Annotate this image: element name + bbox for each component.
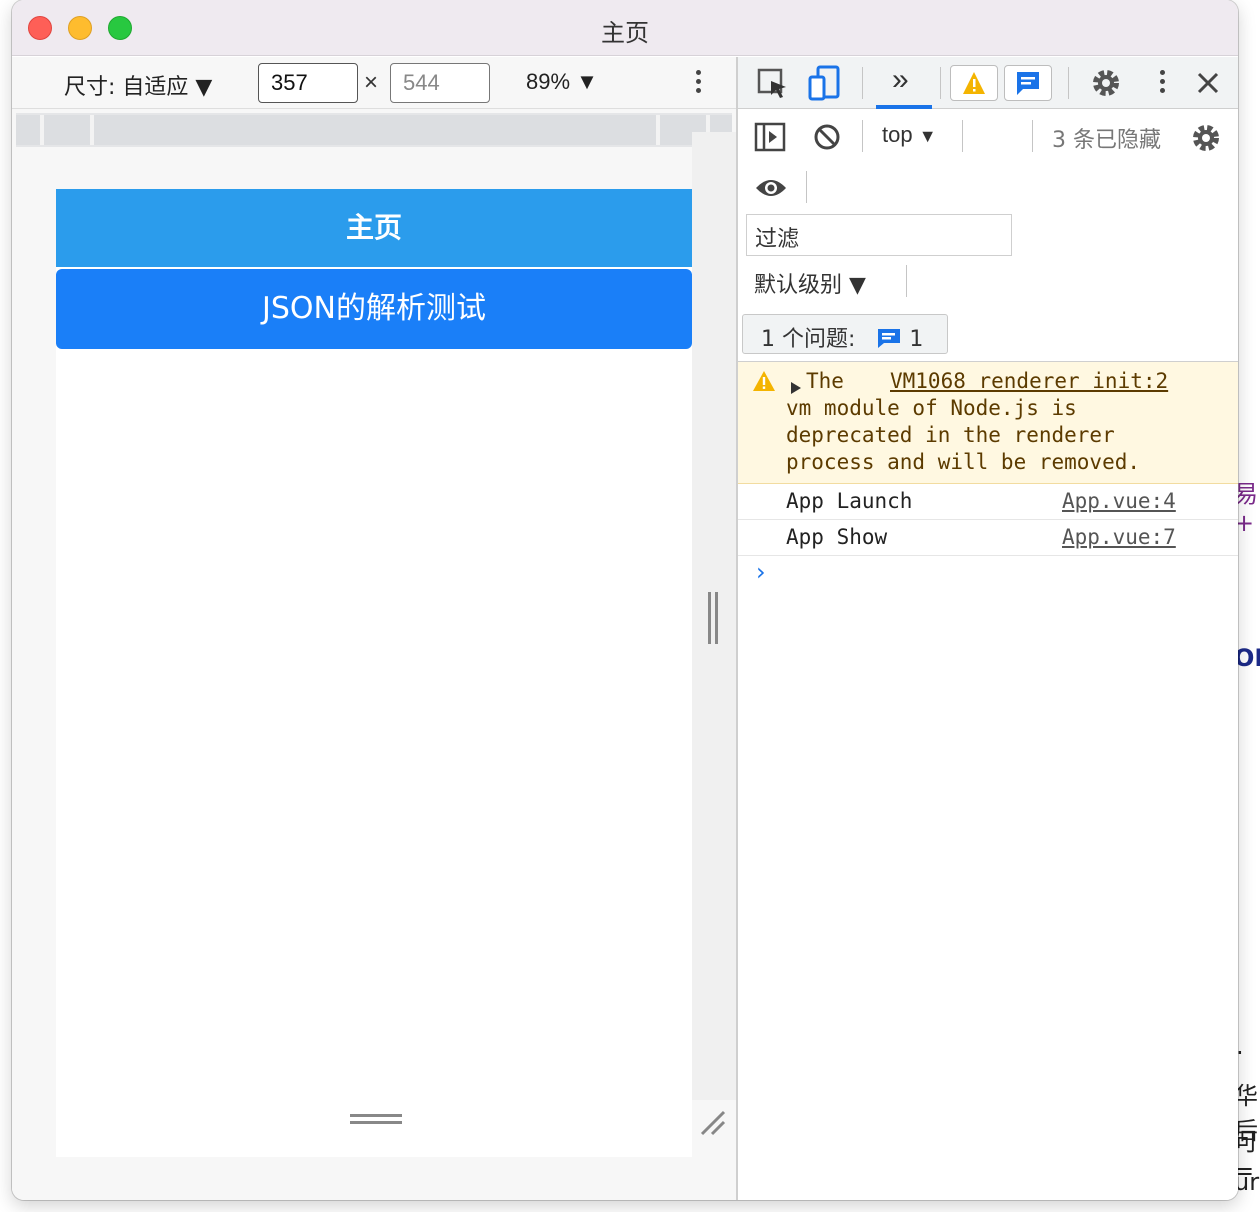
ruler-segment[interactable] xyxy=(94,115,660,145)
devtools-menu-icon[interactable] xyxy=(1156,67,1168,99)
console-log-row: App Show App.vue:7 xyxy=(738,520,1238,556)
messages-badge[interactable] xyxy=(1004,65,1052,101)
context-selector[interactable]: top ▼ xyxy=(882,122,937,148)
media-query-ruler[interactable] xyxy=(16,113,732,147)
console-prompt[interactable]: › xyxy=(756,558,766,586)
inspect-element-icon[interactable] xyxy=(756,67,790,106)
more-options-icon[interactable] xyxy=(692,67,704,99)
warning-text-line: process and will be removed. xyxy=(786,450,1141,474)
toolbar-separator xyxy=(806,171,807,203)
warning-triangle-icon xyxy=(752,370,776,397)
device-toolbar: 尺寸: 自适应 ▼ 357 × 544 89% ▼ xyxy=(12,57,736,109)
log-level-dropdown[interactable]: 默认级别 ▼ xyxy=(754,267,866,299)
dimensions-dropdown[interactable]: 尺寸: 自适应 ▼ xyxy=(64,69,212,101)
chevron-down-icon: ▼ xyxy=(918,126,937,146)
close-devtools-icon[interactable] xyxy=(1194,69,1222,102)
log-message: App Show xyxy=(786,525,888,549)
message-icon xyxy=(878,329,901,348)
warning-text-line: The xyxy=(806,369,844,393)
issues-count: 1 xyxy=(909,327,924,352)
console-toolbar: top ▼ 3 条已隐藏 xyxy=(738,110,1238,164)
warnings-badge[interactable] xyxy=(950,65,998,101)
resize-handle-bottom[interactable] xyxy=(350,1112,402,1126)
toolbar-separator xyxy=(1068,67,1069,99)
hidden-messages-count: 3 条已隐藏 xyxy=(1052,128,1161,153)
devtools-pane: » top ▼ 3 条已隐藏 过滤 默认级别 ▼ 1 个问题: 1 The VM… xyxy=(738,57,1238,1200)
ruler-segment[interactable] xyxy=(16,115,44,145)
times-symbol: × xyxy=(364,69,379,96)
log-source-link[interactable]: App.vue:7 xyxy=(1062,525,1176,549)
more-tabs-icon[interactable]: » xyxy=(892,63,909,97)
ruler-segment[interactable] xyxy=(44,115,94,145)
toolbar-separator xyxy=(906,265,907,297)
warning-text-line: deprecated in the renderer xyxy=(786,423,1115,447)
toolbar-separator xyxy=(1032,120,1033,152)
issues-label: 1 个问题: xyxy=(761,327,856,352)
log-message: App Launch xyxy=(786,489,913,513)
device-viewport: 主页 JSON的解析测试 xyxy=(56,189,692,1157)
toolbar-separator xyxy=(862,120,863,152)
live-expression-eye-icon[interactable] xyxy=(754,175,788,206)
json-parse-test-button[interactable]: JSON的解析测试 xyxy=(56,269,692,349)
active-tab-indicator xyxy=(876,105,932,109)
clear-console-icon[interactable] xyxy=(812,122,842,157)
app-window: 主页 尺寸: 自适应 ▼ 357 × 544 89% ▼ 主页 JSON的解析测… xyxy=(12,0,1238,1200)
console-settings-gear-icon[interactable] xyxy=(1190,122,1222,159)
window-title: 主页 xyxy=(601,19,649,47)
toolbar-separator xyxy=(940,67,941,99)
width-input[interactable]: 357 xyxy=(258,63,358,103)
device-toggle-icon[interactable] xyxy=(808,65,842,106)
warning-text-line: vm module of Node.js is xyxy=(786,396,1077,420)
zoom-dropdown[interactable]: 89% ▼ xyxy=(526,69,598,95)
title-bar: 主页 xyxy=(12,0,1238,56)
filter-input[interactable]: 过滤 xyxy=(746,214,1012,256)
page-nav-bar: 主页 xyxy=(56,189,692,267)
console-warning-message: The VM1068 renderer init:2 vm module of … xyxy=(738,362,1238,484)
devtools-toolbar: » xyxy=(738,57,1238,109)
log-source-link[interactable]: App.vue:4 xyxy=(1062,489,1176,513)
height-input[interactable]: 544 xyxy=(390,63,490,103)
console-log-row: App Launch App.vue:4 xyxy=(738,484,1238,520)
resize-handle-right[interactable] xyxy=(706,592,720,644)
console-messages: The VM1068 renderer init:2 vm module of … xyxy=(738,361,1238,1200)
toolbar-separator xyxy=(962,120,963,152)
device-emulation-pane: 尺寸: 自适应 ▼ 357 × 544 89% ▼ 主页 JSON的解析测试 xyxy=(12,57,736,1200)
sidebar-toggle-icon[interactable] xyxy=(754,122,786,157)
toolbar-separator xyxy=(862,67,863,99)
context-label: top xyxy=(882,122,913,147)
warning-source-link[interactable]: VM1068 renderer init:2 xyxy=(890,369,1168,393)
issues-button[interactable]: 1 个问题: 1 xyxy=(742,314,948,354)
settings-gear-icon[interactable] xyxy=(1090,67,1122,104)
resize-corner-icon[interactable] xyxy=(698,1108,726,1136)
